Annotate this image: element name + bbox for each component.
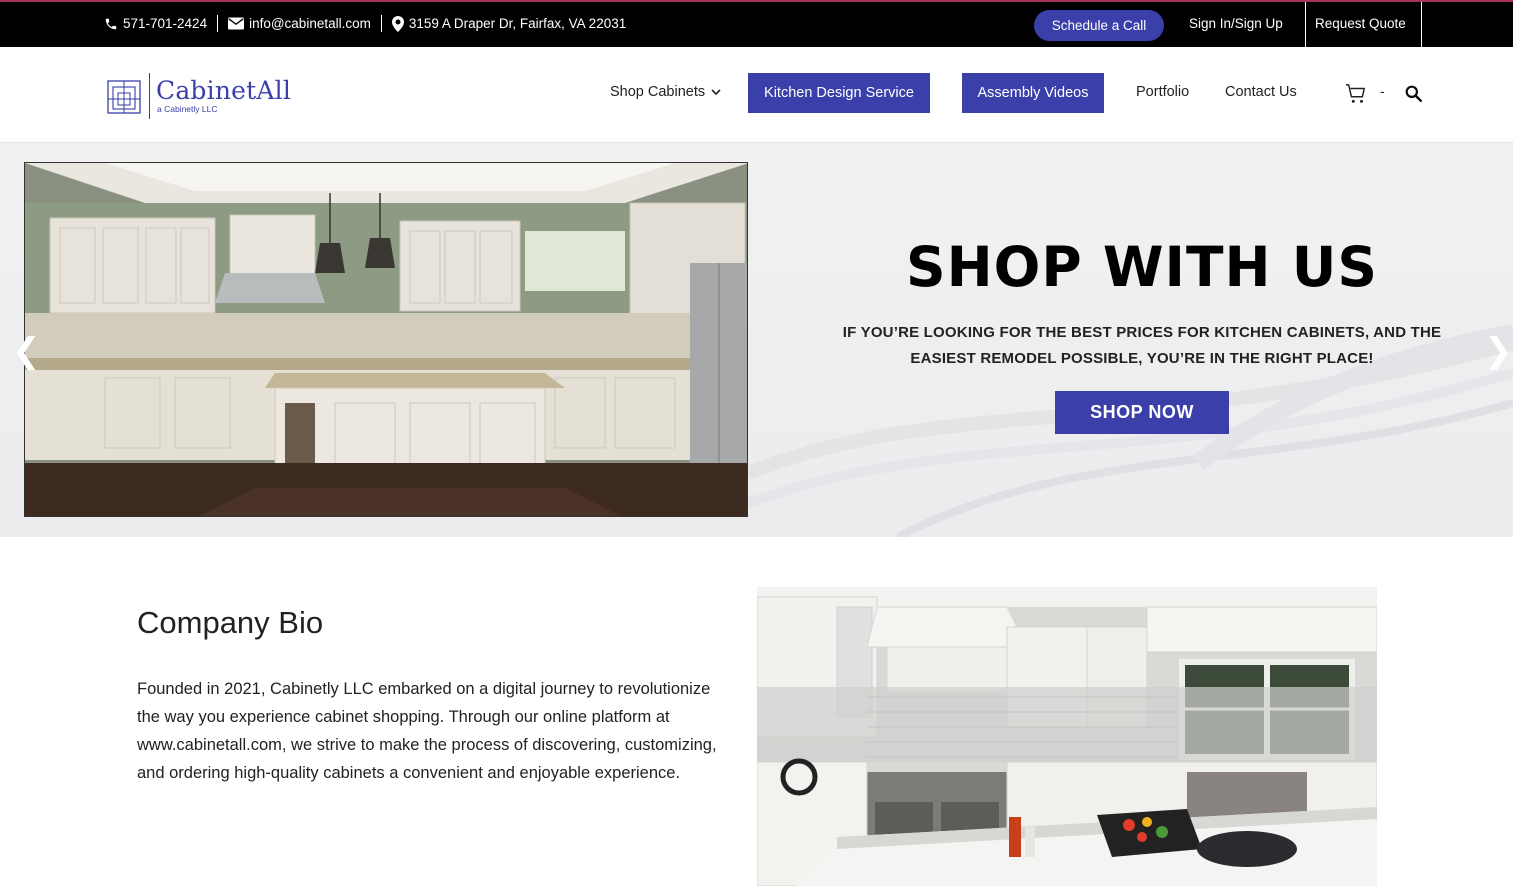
nav-kitchen-design-button[interactable]: Kitchen Design Service: [748, 73, 930, 113]
map-pin-icon: [391, 15, 404, 32]
hero-slider: ❮ ❯ SHOP WITH US IF YOU’RE LOOKING FOR T…: [0, 143, 1513, 537]
nav-contact-us[interactable]: Contact Us: [1225, 84, 1297, 100]
hero-subtitle: IF YOU’RE LOOKING FOR THE BEST PRICES FO…: [842, 324, 1442, 367]
logo-subtitle: a Cabinetly LLC: [157, 104, 218, 114]
search-icon: [1405, 85, 1422, 102]
cart-button[interactable]: [1345, 83, 1367, 110]
nav-shop-label: Shop Cabinets: [610, 84, 706, 100]
nav-portfolio[interactable]: Portfolio: [1136, 84, 1189, 100]
company-bio-title: Company Bio: [137, 605, 324, 640]
hero-title: SHOP WITH US: [906, 235, 1378, 299]
phone-link[interactable]: 571-701-2424: [104, 16, 207, 31]
email-address: info@cabinetall.com: [249, 16, 371, 31]
site-logo[interactable]: CabinetAll a Cabinetly LLC: [106, 73, 291, 119]
logo-mark-icon: [107, 80, 141, 114]
chevron-down-icon: [711, 88, 721, 95]
address-link[interactable]: 3159 A Draper Dr, Fairfax, VA 22031: [391, 15, 627, 32]
nav-shop-cabinets[interactable]: Shop Cabinets: [610, 84, 721, 100]
divider: [217, 15, 219, 32]
top-bar: 571-701-2424 info@cabinetall.com 3159 A …: [0, 0, 1513, 47]
envelope-icon: [228, 17, 245, 30]
request-quote-link[interactable]: Request Quote: [1315, 16, 1406, 31]
divider: [380, 15, 382, 32]
phone-number: 571-701-2424: [123, 16, 208, 31]
schedule-call-button[interactable]: Schedule a Call: [1034, 10, 1164, 41]
divider: [1305, 2, 1306, 47]
contact-info: 571-701-2424 info@cabinetall.com 3159 A …: [104, 15, 626, 32]
divider: [1421, 2, 1422, 47]
sign-in-link[interactable]: Sign In/Sign Up: [1189, 16, 1283, 31]
nav-assembly-videos-button[interactable]: Assembly Videos: [962, 73, 1104, 113]
logo-divider: [149, 73, 150, 119]
bio-kitchen-image: [757, 587, 1377, 886]
logo-text: CabinetAll a Cabinetly LLC: [156, 76, 292, 115]
slider-next-arrow[interactable]: ❯: [1484, 331, 1513, 371]
shopping-cart-icon: [1345, 84, 1365, 103]
email-link[interactable]: info@cabinetall.com: [228, 16, 371, 31]
cart-count: -: [1380, 83, 1385, 99]
search-button[interactable]: [1405, 85, 1422, 107]
shop-now-button[interactable]: SHOP NOW: [1055, 391, 1229, 434]
main-nav: CabinetAll a Cabinetly LLC Shop Cabinets…: [0, 47, 1513, 143]
address-text: 3159 A Draper Dr, Fairfax, VA 22031: [408, 16, 627, 31]
slider-prev-arrow[interactable]: ❮: [12, 331, 41, 371]
phone-icon: [105, 18, 117, 29]
hero-kitchen-image: [24, 162, 748, 517]
company-bio-text: Founded in 2021, Cabinetly LLC embarked …: [137, 680, 717, 782]
logo-name: CabinetAll: [156, 76, 292, 105]
